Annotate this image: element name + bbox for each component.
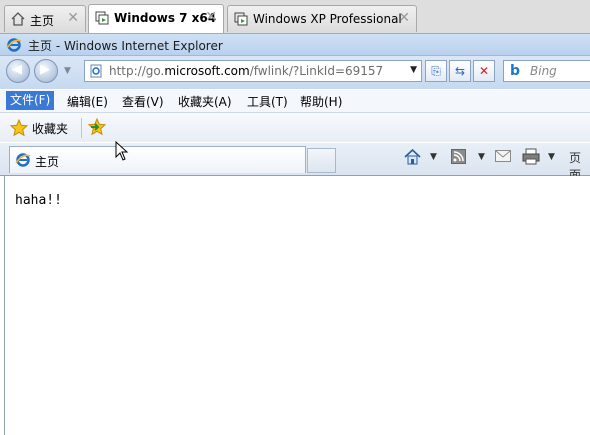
page-text: haha!! [15,193,62,208]
mouse-cursor-icon [115,141,129,161]
favorites-button[interactable]: 收藏夹 [32,120,68,137]
menu-tools[interactable]: 工具(T) [243,93,292,110]
feeds-dropdown-icon[interactable]: ▼ [478,152,485,162]
menu-file[interactable]: 文件(F) [6,91,55,110]
menu-bar: 文件(F) 编辑(E) 查看(V) 收藏夹(A) 工具(T) 帮助(H) [0,90,590,113]
stop-button[interactable]: ✕ [473,60,495,82]
vm-icon [234,12,248,26]
browser-tab-label: 主页 [35,155,60,169]
history-dropdown-icon[interactable]: ▼ [64,66,71,76]
close-icon[interactable]: ✕ [205,9,217,25]
compat-view-icon: ⎘ [431,64,441,78]
menu-view[interactable]: 查看(V) [118,93,168,110]
vm-icon [95,11,109,25]
page-content: haha!! [4,176,590,435]
host-tab-label: Windows XP Professional [253,12,402,26]
refresh-button[interactable]: ⇆ [449,60,471,82]
ie-logo-icon [15,153,31,167]
home-icon[interactable] [404,148,421,165]
mail-icon[interactable] [495,150,511,162]
address-dropdown-icon[interactable]: ▼ [410,65,417,75]
refresh-icon: ⇆ [454,64,466,78]
ie-logo-icon [6,38,22,52]
browser-tab-row: 主页 ▼ ▼ ▼ 页面 [0,143,590,182]
host-tab-windows7[interactable]: Windows 7 x64 ✕ [88,4,224,33]
add-to-favorites-bar-icon[interactable] [88,118,106,136]
back-arrow-icon: ◀ [12,62,22,77]
close-icon[interactable]: ✕ [398,10,410,26]
host-tab-label: Windows 7 x64 [114,11,217,25]
toolbar-divider [81,118,82,138]
forward-arrow-icon: ▶ [40,62,50,77]
page-icon [90,64,102,78]
print-dropdown-icon[interactable]: ▼ [548,152,555,162]
favorites-bar: 收藏夹 [0,113,590,142]
search-placeholder: Bing [530,64,557,78]
window-titlebar: 主页 - Windows Internet Explorer [0,34,590,56]
home-icon [11,12,25,26]
host-tab-winxp[interactable]: Windows XP Professional ✕ [227,5,417,32]
forward-button[interactable]: ▶ [34,59,58,83]
window-title: 主页 - Windows Internet Explorer [28,39,223,53]
favorites-star-icon[interactable] [10,119,28,137]
address-url[interactable]: http://go.microsoft.com/fwlink/?LinkId=6… [109,64,383,78]
search-input[interactable]: b Bing [503,60,590,82]
menu-favorites[interactable]: 收藏夹(A) [174,93,236,110]
browser-tab-home[interactable]: 主页 [9,146,306,173]
new-tab-button[interactable] [307,148,336,173]
menu-edit[interactable]: 编辑(E) [63,93,112,110]
back-button[interactable]: ◀ [6,59,30,83]
bing-icon: b [510,63,521,79]
print-icon[interactable] [522,148,540,165]
compatibility-view-button[interactable]: ⎘ [425,60,447,82]
address-bar[interactable]: http://go.microsoft.com/fwlink/?LinkId=6… [84,60,422,82]
menu-help[interactable]: 帮助(H) [296,93,346,110]
navigation-bar: ◀ ▶ ▼ http://go.microsoft.com/fwlink/?Li… [0,56,590,89]
host-tab-label: 主页 [30,14,55,28]
stop-icon: ✕ [478,64,490,78]
host-tab-home[interactable]: 主页 ✕ [4,5,86,32]
close-icon[interactable]: ✕ [67,10,79,26]
home-dropdown-icon[interactable]: ▼ [430,152,437,162]
rss-feed-icon[interactable] [451,149,466,164]
host-tab-strip: 主页 ✕ Windows 7 x64 ✕ Windows XP Professi… [0,0,590,34]
